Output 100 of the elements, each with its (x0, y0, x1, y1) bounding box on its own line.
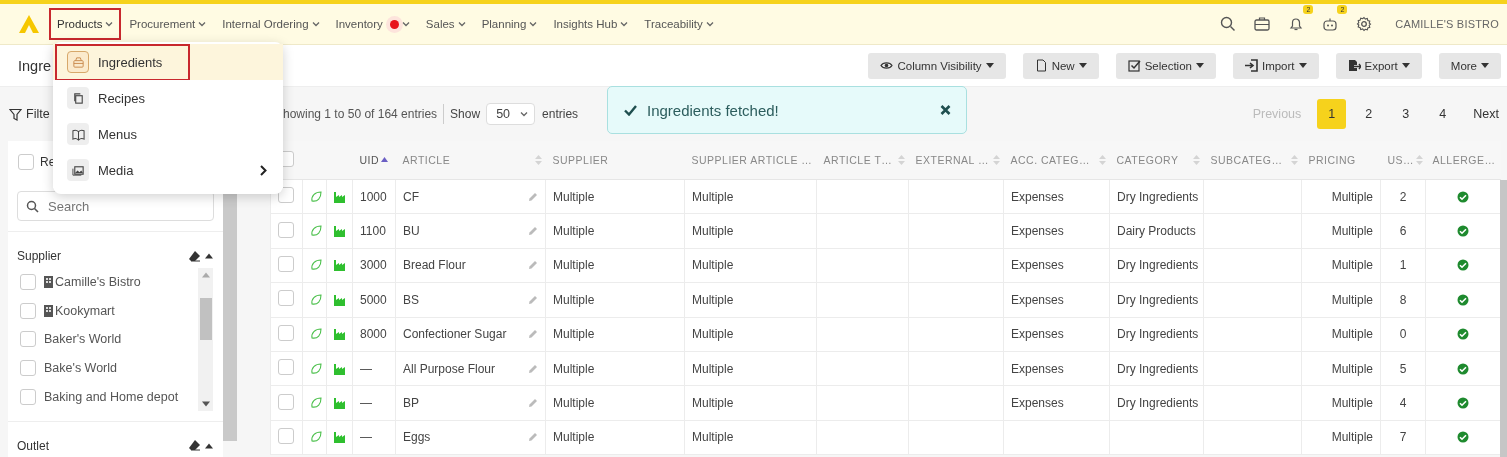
check-icon (624, 104, 637, 116)
leaf-icon[interactable] (310, 190, 322, 203)
leaf-icon[interactable] (310, 225, 322, 238)
table-cell: Multiple (692, 258, 734, 273)
sort-icon[interactable] (1098, 154, 1106, 166)
table-cell: — (360, 430, 372, 445)
factory-icon[interactable] (334, 431, 346, 444)
pagination-button[interactable]: 2 (1354, 99, 1384, 129)
checkbox[interactable] (20, 274, 36, 291)
sort-icon[interactable] (897, 154, 905, 166)
pagination-button[interactable]: Next (1465, 99, 1507, 129)
nav-menu-item[interactable]: Sales (417, 8, 474, 40)
list-item-label: Kookymart (55, 303, 115, 318)
nav-menu-item[interactable]: Internal Ordering (214, 8, 328, 40)
eraser-icon[interactable] (188, 439, 201, 453)
toolbar-button[interactable]: New (1022, 52, 1099, 79)
nav-menu-item[interactable]: Insights Hub (545, 8, 637, 40)
pagination-button[interactable]: 3 (1391, 99, 1421, 129)
scrollbar-thumb[interactable] (199, 298, 212, 341)
account-name[interactable]: CAMILLE'S BISTRO (1395, 18, 1499, 30)
leaf-icon[interactable] (310, 259, 322, 272)
checkbox[interactable] (278, 290, 294, 307)
checkbox[interactable] (20, 388, 36, 405)
factory-icon[interactable] (334, 397, 346, 410)
pencil-icon[interactable] (528, 329, 538, 340)
menu-item[interactable]: Recipes (53, 80, 283, 116)
checkbox[interactable] (278, 359, 294, 376)
nav-menu-item[interactable]: Inventory (327, 8, 418, 40)
pencil-icon[interactable] (528, 294, 538, 305)
column-header[interactable]: ACC. CATEG… (1010, 154, 1090, 166)
checkbox[interactable] (278, 427, 294, 444)
close-icon[interactable] (939, 104, 952, 116)
checkbox[interactable] (278, 255, 294, 272)
table-cell: Dry Ingredients (1117, 258, 1199, 273)
table-cell: Expenses (1011, 327, 1064, 342)
scrollbar[interactable] (198, 268, 213, 411)
factory-icon[interactable] (334, 362, 346, 375)
column-header[interactable]: EXTERNAL … (915, 154, 989, 166)
search-icon[interactable] (1220, 16, 1237, 32)
leaf-icon[interactable] (310, 397, 322, 410)
pencil-icon[interactable] (528, 432, 538, 443)
checkbox[interactable] (278, 324, 294, 341)
toolbar-button[interactable]: More (1438, 52, 1501, 79)
menu-item[interactable]: Ingredients (53, 44, 283, 80)
table-cell: Multiple (553, 292, 595, 307)
table-cell: Multiple (692, 327, 734, 342)
column-header[interactable]: UID (359, 154, 380, 166)
nav-menu-item[interactable]: Planning (473, 8, 546, 40)
factory-icon[interactable] (334, 293, 346, 306)
checkbox[interactable] (278, 393, 294, 410)
checkbox[interactable] (20, 302, 36, 319)
briefcase-icon[interactable] (1254, 16, 1271, 32)
robot-icon[interactable] (1322, 16, 1339, 32)
eraser-icon[interactable] (188, 249, 201, 263)
sort-icon[interactable] (1192, 154, 1200, 166)
factory-icon[interactable] (334, 328, 346, 341)
table-cell: Expenses (1011, 292, 1064, 307)
settings-icon[interactable] (1356, 16, 1373, 32)
pencil-icon[interactable] (528, 363, 538, 374)
nav-menu-item[interactable]: Products (49, 8, 122, 40)
caret-up-icon[interactable] (205, 253, 213, 259)
leaf-icon[interactable] (310, 431, 322, 444)
factory-icon[interactable] (334, 225, 346, 238)
page-size-select[interactable]: 50 (486, 103, 536, 125)
checkbox[interactable] (18, 154, 34, 170)
nav-menu-item[interactable]: Traceability (636, 8, 722, 40)
checkbox[interactable] (278, 221, 294, 238)
leaf-icon[interactable] (310, 328, 322, 341)
factory-icon[interactable] (334, 259, 346, 272)
logo-icon[interactable] (18, 14, 40, 34)
sort-icon[interactable] (534, 154, 542, 166)
checkbox[interactable] (278, 187, 294, 204)
filter-icon[interactable] (9, 107, 22, 121)
toolbar-button[interactable]: Column Visibility (868, 52, 1006, 79)
factory-icon[interactable] (334, 190, 346, 203)
pencil-icon[interactable] (528, 260, 538, 271)
pencil-icon[interactable] (528, 191, 538, 202)
pencil-icon[interactable] (528, 398, 538, 409)
filter-label: Filte (26, 107, 50, 121)
menu-item[interactable]: Media (53, 152, 283, 188)
toolbar-button[interactable]: Export (1335, 52, 1422, 79)
sort-icon[interactable] (1290, 154, 1298, 166)
pagination-button[interactable]: 4 (1428, 99, 1458, 129)
toolbar-button[interactable]: Selection (1115, 52, 1216, 79)
nav-menu-item[interactable]: Procurement (121, 8, 215, 40)
table-cell: 7 (1399, 430, 1407, 445)
toolbar-button[interactable]: Import (1232, 52, 1319, 79)
checkbox[interactable] (20, 360, 36, 377)
pagination-button[interactable]: 1 (1317, 99, 1347, 129)
leaf-icon[interactable] (310, 362, 322, 375)
leaf-icon[interactable] (310, 293, 322, 306)
sort-icon[interactable] (992, 154, 1000, 166)
menu-item[interactable]: Menus (53, 116, 283, 152)
book-icon (71, 127, 85, 141)
scrollbar[interactable] (1500, 180, 1507, 457)
column-header[interactable]: US… (1387, 154, 1415, 166)
caret-up-icon[interactable] (205, 442, 213, 449)
checkbox[interactable] (20, 331, 36, 348)
pencil-icon[interactable] (528, 226, 538, 237)
bell-icon[interactable] (1288, 16, 1305, 32)
